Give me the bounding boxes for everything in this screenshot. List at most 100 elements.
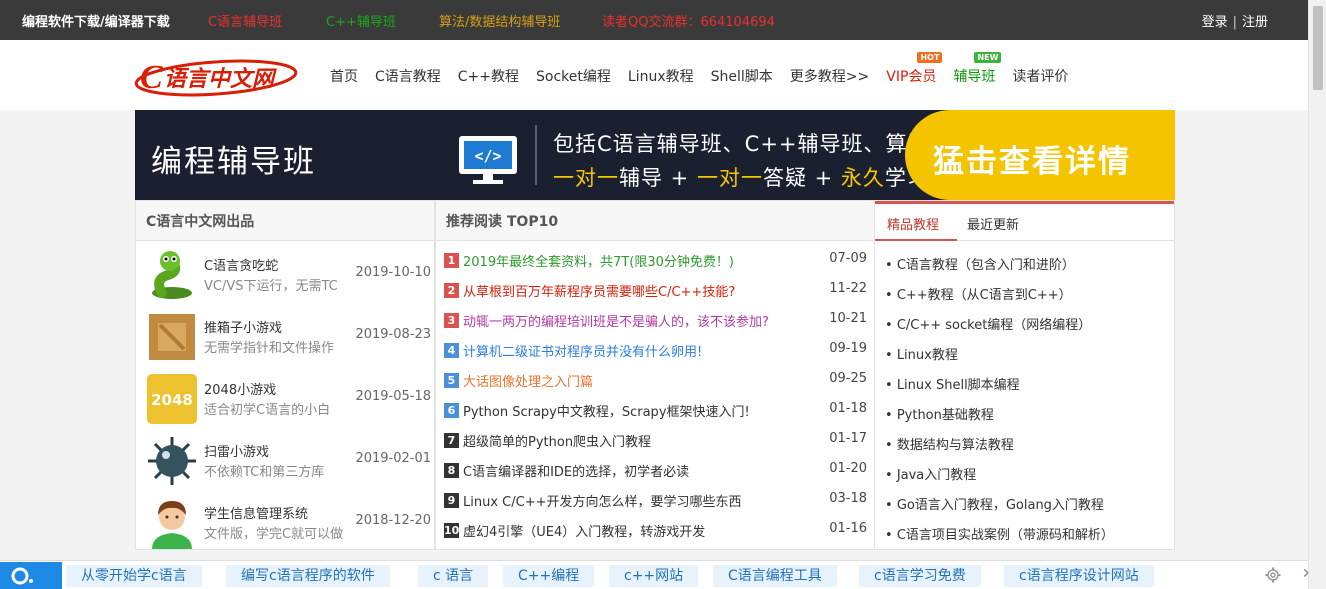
article-title[interactable]: 2019年最终全套资料，共7T(限30分钟免费！) <box>463 251 734 270</box>
product-item[interactable]: 推箱子小游戏 无需学指针和文件操作 2019-08-23 <box>146 311 431 365</box>
nav-cpp-tutorial[interactable]: C++教程 <box>458 66 519 86</box>
nav-vip[interactable]: VIP会员 HOT <box>886 52 943 86</box>
banner-cta-button[interactable]: 猛击查看详情 <box>905 110 1175 200</box>
nav-shell[interactable]: Shell脚本 <box>711 66 773 86</box>
suggestion-chip[interactable]: C++编程 <box>503 565 595 587</box>
article-title[interactable]: Linux C/C++开发方向怎么样，要学习哪些东西 <box>463 491 741 510</box>
product-date: 2019-05-18 <box>355 389 431 404</box>
banner-line-2: 一对一辅导 + 一对一答疑 + 永久学习 <box>553 166 929 190</box>
tutorial-label: Linux教程 <box>896 348 958 363</box>
tutorial-link[interactable]: • C/C++ socket编程（网络编程） <box>885 314 1091 333</box>
bullet-icon: • <box>885 318 897 333</box>
nav-c-tutorial[interactable]: C语言教程 <box>375 66 441 86</box>
bullet-icon: • <box>885 498 897 513</box>
product-name: 2048小游戏 <box>204 383 277 398</box>
page-scrollbar[interactable] <box>1308 0 1326 589</box>
tutorial-link[interactable]: • C语言项目实战案例（带源码和解析） <box>885 524 1114 543</box>
top10-panel: 推荐阅读 TOP10 1 2019年最终全套资料，共7T(限30分钟免费！) 07-… <box>435 200 875 550</box>
tutorial-label: C/C++ socket编程（网络编程） <box>896 318 1092 333</box>
suggestion-chip[interactable]: c语言程序设计网站 <box>1004 565 1154 587</box>
login-link[interactable]: 登录 <box>1202 11 1228 30</box>
top10-row[interactable]: 3 动辄一两万的编程培训班是不是骗人的，该不该参加? 10-21 <box>444 311 869 331</box>
site-logo[interactable]: C 语言中文网 <box>134 57 302 97</box>
rank-number: 3 <box>444 313 459 328</box>
bullet-icon: • <box>885 528 897 543</box>
rank-number: 10 <box>444 523 460 538</box>
banner-divider <box>535 125 537 185</box>
top10-row[interactable]: 7 超级简单的Python爬虫入门教程 01-17 <box>444 431 869 451</box>
suggestion-chip[interactable]: c 语言 <box>418 565 489 587</box>
article-date: 03-18 <box>829 491 867 506</box>
product-date: 2018-12-20 <box>355 513 431 528</box>
product-name: 扫雷小游戏 <box>204 445 270 460</box>
top-link-download[interactable]: 编程软件下载/编译器下载 <box>22 11 170 30</box>
nav-reviews[interactable]: 读者评价 <box>1012 66 1068 86</box>
top-link-algo-class[interactable]: 算法/数据结构辅导班 <box>439 11 560 30</box>
scrollbar-thumb[interactable] <box>1313 6 1323 90</box>
nav-home[interactable]: 首页 <box>330 66 358 86</box>
suggestion-chip[interactable]: 从零开始学c语言 <box>66 565 202 587</box>
gear-icon[interactable] <box>1265 567 1281 583</box>
top10-row[interactable]: 2 从草根到百万年薪程序员需要哪些C/C++技能? 11-22 <box>444 281 869 301</box>
tutorial-link[interactable]: • Python基础教程 <box>885 404 994 423</box>
article-title[interactable]: 从草根到百万年薪程序员需要哪些C/C++技能? <box>463 281 735 300</box>
article-title[interactable]: C语言编译器和IDE的选择，初学者必读 <box>463 461 689 480</box>
tab-recent[interactable]: 最近更新 <box>967 214 1019 233</box>
suggestion-chip[interactable]: 编写c语言程序的软件 <box>226 565 390 587</box>
nav-tutoring[interactable]: 辅导班 NEW <box>953 52 1002 86</box>
article-title[interactable]: 虚幻4引擎（UE4）入门教程，转游戏开发 <box>463 521 705 540</box>
top10-header: 推荐阅读 TOP10 <box>436 201 874 241</box>
register-link[interactable]: 注册 <box>1242 11 1268 30</box>
tutorial-link[interactable]: • Java入门教程 <box>885 464 976 483</box>
new-badge: NEW <box>974 52 1002 63</box>
tutorial-label: 数据结构与算法教程 <box>896 438 1014 453</box>
top10-row[interactable]: 4 计算机二级证书对程序员并没有什么卵用! 09-19 <box>444 341 869 361</box>
product-desc: 不依赖TC和第三方库 <box>204 465 325 480</box>
suggestion-chip[interactable]: C语言编程工具 <box>713 565 837 587</box>
tutorial-link[interactable]: • Linux Shell脚本编程 <box>885 374 1020 393</box>
top10-row[interactable]: 1 2019年最终全套资料，共7T(限30分钟免费！) 07-09 <box>444 251 869 271</box>
top10-row[interactable]: 5 大话图像处理之入门篇 09-25 <box>444 371 869 391</box>
suggestion-chip[interactable]: c++网站 <box>609 565 699 587</box>
rank-number: 9 <box>444 493 459 508</box>
product-date: 2019-10-10 <box>355 265 431 280</box>
tutorial-link[interactable]: • C语言教程（包含入门和进阶） <box>885 254 1075 273</box>
article-title[interactable]: 计算机二级证书对程序员并没有什么卵用! <box>463 341 702 360</box>
student-icon <box>152 501 192 549</box>
top10-row[interactable]: 9 Linux C/C++开发方向怎么样，要学习哪些东西 03-18 <box>444 491 869 511</box>
top-bar: 编程软件下载/编译器下载 C语言辅导班 C++辅导班 算法/数据结构辅导班 读者… <box>0 0 1308 40</box>
nav-more[interactable]: 更多教程>> <box>790 66 869 86</box>
article-date: 07-09 <box>829 251 867 266</box>
tutorial-label: Python基础教程 <box>896 408 994 423</box>
tutorial-link[interactable]: • 数据结构与算法教程 <box>885 434 1014 453</box>
tutorial-label: Java入门教程 <box>896 468 977 483</box>
tab-featured[interactable]: 精品教程 <box>887 214 939 233</box>
tutoring-banner[interactable]: 编程辅导班 </> 包括C语言辅导班、C++辅导班、算法辅导班 一对一辅导 + … <box>135 110 1175 200</box>
tutorial-label: C++教程（从C语言到C++） <box>896 288 1072 303</box>
product-item[interactable]: 学生信息管理系统 文件版，学完C就可以做 2018-12-20 <box>146 497 431 549</box>
product-item[interactable]: 2048 2048小游戏 适合初学C语言的小白 2019-05-18 <box>146 373 431 427</box>
tutorial-link[interactable]: • Linux教程 <box>885 344 958 363</box>
product-item[interactable]: C语言贪吃蛇 VC/VS下运行，无需TC 2019-10-10 <box>146 249 431 303</box>
article-title[interactable]: 动辄一两万的编程培训班是不是骗人的，该不该参加? <box>463 311 769 330</box>
top10-row[interactable]: 8 C语言编译器和IDE的选择，初学者必读 01-20 <box>444 461 869 481</box>
suggestion-chip[interactable]: c语言学习免费 <box>859 565 981 587</box>
top10-row[interactable]: 10 虚幻4引擎（UE4）入门教程，转游戏开发 01-16 <box>444 521 869 541</box>
search-assistant-logo-icon[interactable] <box>0 562 62 589</box>
article-title[interactable]: 超级简单的Python爬虫入门教程 <box>463 431 651 450</box>
top10-row[interactable]: 6 Python Scrapy中文教程，Scrapy框架快速入门! 01-18 <box>444 401 869 421</box>
tutorials-panel: 精品教程 最近更新 • C语言教程（包含入门和进阶） • C++教程（从C语言到C… <box>874 200 1175 550</box>
bullet-icon: • <box>885 288 897 303</box>
nav-linux[interactable]: Linux教程 <box>628 66 694 86</box>
product-item[interactable]: 扫雷小游戏 不依赖TC和第三方库 2019-02-01 <box>146 435 431 489</box>
logo-text: 语言中文网 <box>164 66 277 92</box>
article-title[interactable]: 大话图像处理之入门篇 <box>463 371 593 390</box>
tutorial-link[interactable]: • Go语言入门教程，Golang入门教程 <box>885 494 1104 513</box>
top-link-qq-group[interactable]: 读者QQ交流群：664104694 <box>602 11 775 30</box>
top-link-c-class[interactable]: C语言辅导班 <box>208 11 282 30</box>
tutorial-link[interactable]: • C++教程（从C语言到C++） <box>885 284 1072 303</box>
article-title[interactable]: Python Scrapy中文教程，Scrapy框架快速入门! <box>463 401 750 420</box>
nav-socket[interactable]: Socket编程 <box>536 66 611 86</box>
top-link-cpp-class[interactable]: C++辅导班 <box>326 11 396 30</box>
hot-badge: HOT <box>917 52 943 63</box>
